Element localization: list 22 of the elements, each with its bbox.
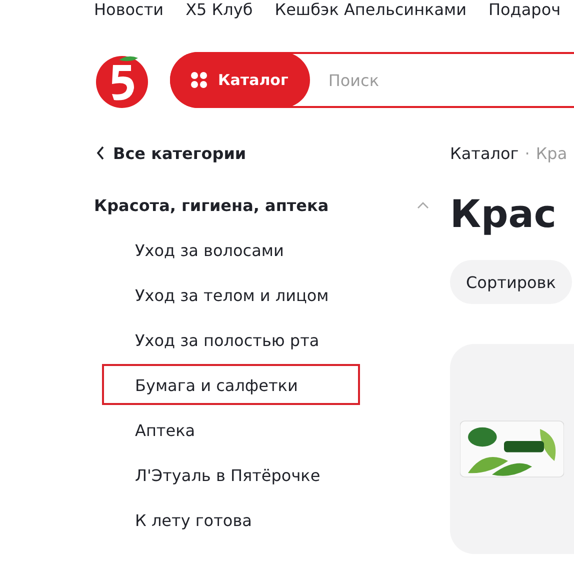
category-link[interactable]: Л'Этуаль в Пятёрочке: [102, 454, 360, 495]
search-field[interactable]: Каталог Поиск: [170, 52, 574, 108]
nav-link[interactable]: X5 Клуб: [186, 0, 253, 22]
category-link[interactable]: Уход за волосами: [102, 229, 360, 270]
back-link[interactable]: Все категории: [96, 138, 450, 168]
nav-link[interactable]: Кешбэк Апельсинками: [274, 0, 466, 22]
page-title: Крас: [450, 191, 556, 238]
category-link[interactable]: Уход за полостью рта: [102, 319, 360, 360]
breadcrumb-separator: ·: [524, 144, 530, 162]
catalog-button[interactable]: Каталог: [170, 52, 310, 108]
sort-button[interactable]: Сортировк: [450, 260, 572, 304]
breadcrumb-link[interactable]: Каталог: [450, 144, 519, 162]
grid-icon: [190, 71, 208, 89]
category-title[interactable]: Красота, гигиена, аптека: [94, 196, 329, 215]
category-link[interactable]: Аптека: [102, 409, 360, 450]
category-link[interactable]: Бумага и салфетки: [102, 364, 360, 405]
back-icon: [96, 146, 105, 160]
nav-link[interactable]: Подароч: [488, 0, 561, 22]
nav-link[interactable]: Новости: [94, 0, 164, 22]
category-link[interactable]: К лету готова: [102, 499, 360, 540]
product-card[interactable]: [450, 344, 574, 554]
category-link[interactable]: Уход за телом и лицом: [102, 274, 360, 315]
